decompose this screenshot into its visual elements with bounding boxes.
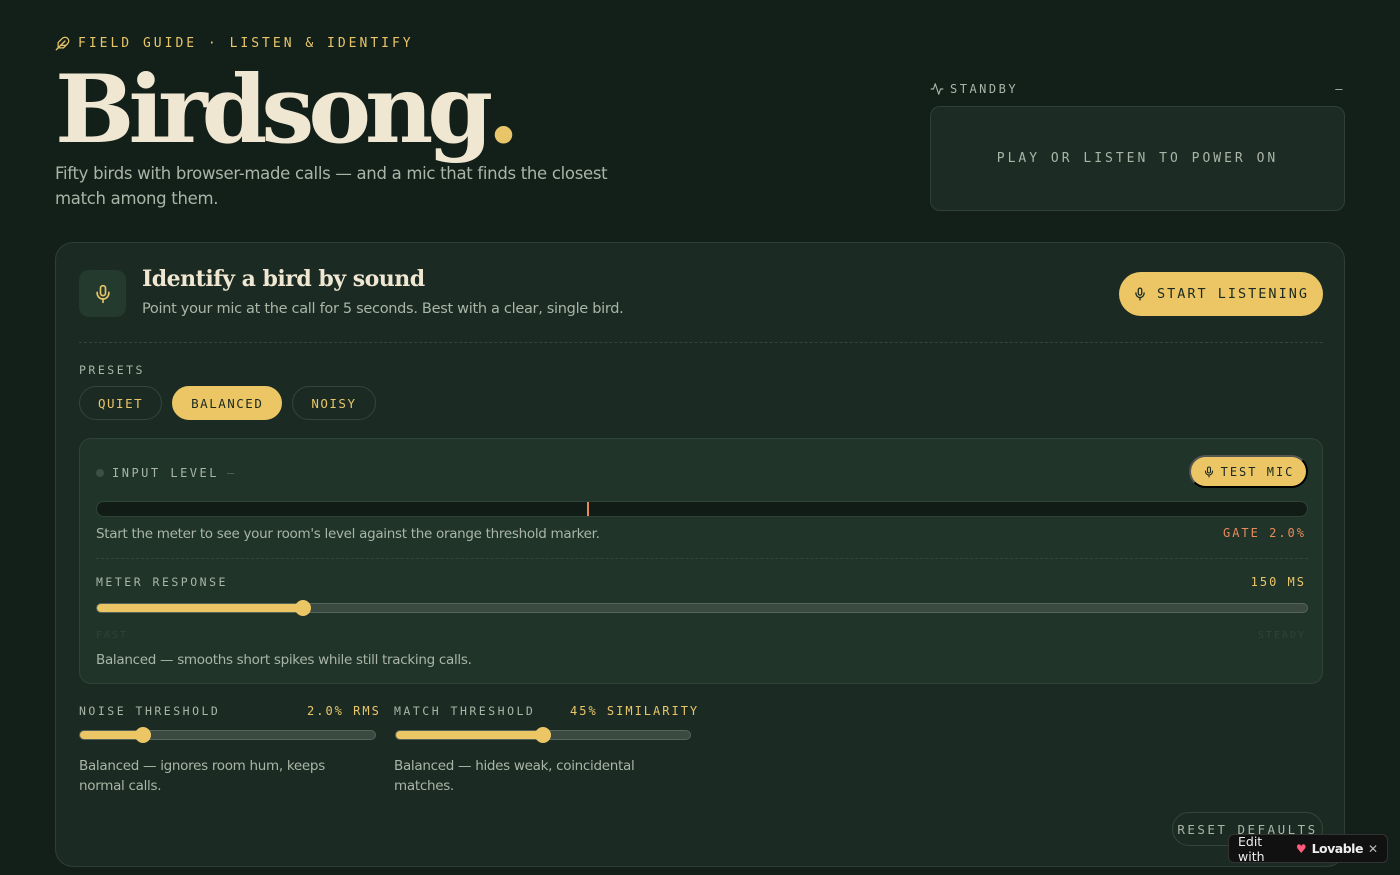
meter-note: Start the meter to see your room's level…: [96, 526, 600, 542]
noise-threshold-thumb[interactable]: [135, 727, 152, 743]
noise-threshold-value: 2.0% RMS: [307, 704, 381, 718]
start-listening-button[interactable]: Start listening: [1119, 272, 1323, 316]
input-level-indicator: –: [226, 466, 237, 480]
meter-response-value: 150 ms: [1250, 575, 1306, 589]
match-threshold-help: Balanced — hides weak, coincidental matc…: [394, 758, 635, 794]
input-level-label: Input level: [112, 466, 219, 480]
lovable-prefix: Edit with: [1238, 833, 1265, 864]
meter-response-fill: [97, 604, 303, 612]
page-subtitle: Fifty birds with browser-made calls — an…: [55, 164, 608, 208]
status-header: Standby –: [930, 82, 1345, 96]
feather-icon: [55, 36, 70, 51]
input-level-panel: Input level – Test mic Start the meter t…: [79, 438, 1323, 684]
meter-response-label: Meter response: [96, 575, 228, 589]
input-level-header: Input level –: [96, 466, 237, 480]
status-label: Standby: [950, 82, 1019, 96]
match-threshold-value: 45% similarity: [570, 704, 700, 718]
microphone-icon: [1204, 465, 1213, 478]
page-title: Birdsong.: [55, 55, 520, 165]
page-title-text: Birdsong: [55, 55, 493, 165]
start-listening-label: Start listening: [1157, 286, 1309, 302]
eyebrow-text: Field Guide · Listen & Identify: [78, 36, 414, 51]
test-mic-button[interactable]: Test mic: [1189, 455, 1308, 488]
meter-response-help: Balanced — smooths short spikes while st…: [96, 652, 472, 668]
eyebrow: Field Guide · Listen & Identify: [55, 36, 414, 51]
status-display: Play or listen to power on: [930, 106, 1345, 211]
microphone-icon: [95, 284, 110, 303]
status-indicator: –: [1335, 82, 1345, 96]
preset-quiet[interactable]: Quiet: [79, 386, 163, 420]
match-threshold-thumb[interactable]: [535, 727, 551, 743]
section-divider: [79, 342, 1323, 343]
status-display-text: Play or listen to power on: [996, 151, 1279, 166]
threshold-marker: [587, 502, 590, 516]
meter-response-slider[interactable]: [96, 600, 1308, 616]
gate-value: Gate 2.0%: [1222, 526, 1306, 540]
input-led: [96, 469, 104, 477]
noise-threshold-help: Balanced — ignores room hum, keeps norma…: [79, 758, 325, 794]
preset-noisy[interactable]: Noisy: [292, 386, 376, 420]
lovable-brand: Lovable: [1311, 841, 1364, 856]
meter-response-thumb[interactable]: [294, 600, 311, 616]
preset-group: Quiet Balanced Noisy: [79, 386, 376, 420]
noise-threshold-slider[interactable]: [79, 727, 376, 743]
inner-divider: [96, 558, 1308, 559]
test-mic-label: Test mic: [1220, 464, 1295, 479]
identify-title: Identify a bird by sound: [142, 266, 425, 292]
mic-badge: [79, 270, 126, 317]
microphone-icon: [1135, 287, 1145, 301]
preset-balanced[interactable]: Balanced: [172, 386, 283, 420]
close-icon[interactable]: ✕: [1368, 842, 1378, 856]
identify-description: Point your mic at the call for 5 seconds…: [142, 301, 624, 317]
activity-icon: [930, 83, 944, 95]
match-threshold-label: Match threshold: [394, 704, 536, 718]
lovable-badge[interactable]: Edit with ♥ Lovable ✕: [1228, 833, 1388, 864]
match-threshold-fill: [396, 731, 543, 739]
meter-response-min: Fast: [96, 630, 129, 641]
presets-label: Presets: [79, 363, 145, 377]
heart-icon: ♥: [1295, 841, 1307, 856]
input-level-meter: [96, 501, 1308, 517]
title-dot: .: [487, 55, 520, 165]
identify-card: Identify a bird by sound Point your mic …: [55, 242, 1345, 867]
meter-response-max: Steady: [1257, 630, 1306, 641]
noise-threshold-label: Noise threshold: [79, 704, 221, 718]
noise-threshold-fill: [80, 731, 144, 739]
match-threshold-slider[interactable]: [395, 727, 691, 743]
